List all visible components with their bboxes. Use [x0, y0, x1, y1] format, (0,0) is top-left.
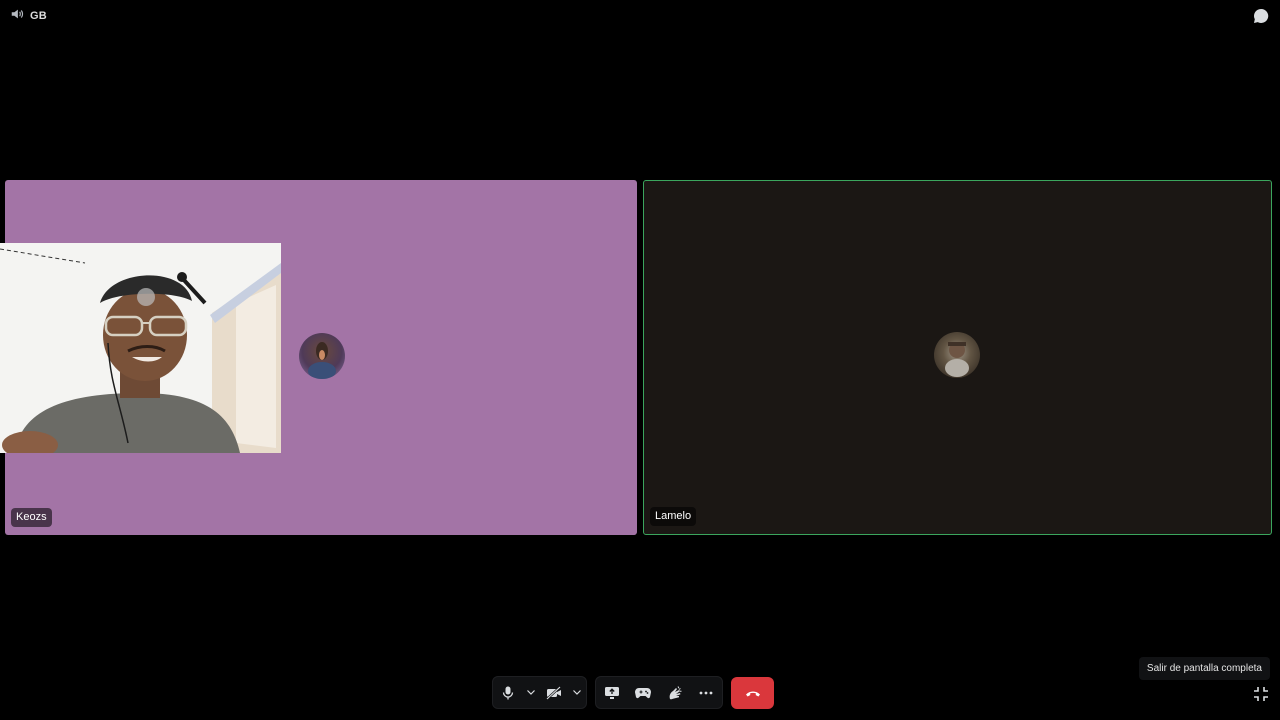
voice-channel-header: GB: [10, 8, 47, 24]
username-label: Lamelo: [650, 507, 697, 526]
camera-preview[interactable]: [0, 243, 281, 453]
server-tag: GB: [30, 10, 47, 22]
user-avatar: [299, 333, 345, 379]
chevron-down-icon[interactable]: [526, 682, 536, 704]
chat-bubble-icon[interactable]: [1252, 7, 1270, 25]
tooltip: Salir de pantalla completa: [1138, 657, 1270, 680]
disconnect-button[interactable]: [731, 677, 774, 709]
more-icon[interactable]: [695, 682, 717, 704]
user-avatar: [934, 332, 980, 378]
screen-share-icon[interactable]: [601, 682, 623, 704]
speaker-icon[interactable]: [10, 7, 24, 26]
gamepad-icon[interactable]: [632, 682, 654, 704]
soundboard-icon[interactable]: [664, 682, 686, 704]
exit-fullscreen-icon[interactable]: [1253, 686, 1269, 702]
username-label: Keozs: [11, 508, 52, 527]
camera-off-icon[interactable]: [543, 682, 565, 704]
microphone-icon[interactable]: [497, 682, 519, 704]
audio-video-controls: [492, 676, 587, 709]
phone-hangup-icon: [745, 684, 761, 702]
chevron-down-icon[interactable]: [572, 682, 582, 704]
video-tile-lamelo[interactable]: Lamelo: [643, 180, 1272, 535]
activity-controls: [595, 676, 723, 709]
